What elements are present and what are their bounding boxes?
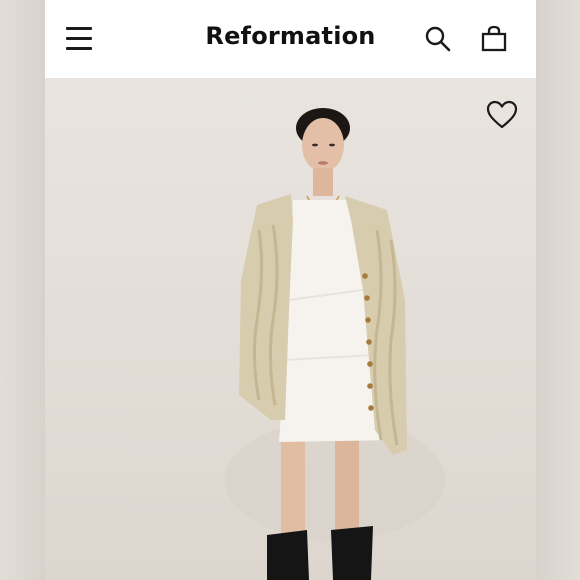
search-icon <box>425 26 451 52</box>
shopping-bag-icon <box>481 25 507 52</box>
search-button[interactable] <box>423 24 453 54</box>
heart-icon <box>486 100 518 129</box>
right-background <box>536 0 580 580</box>
shopping-bag-button[interactable] <box>479 24 509 54</box>
model-photo <box>225 108 445 580</box>
left-background <box>0 0 45 580</box>
app-header: Reformation <box>45 0 536 78</box>
phone-screen: Reformation <box>45 0 536 580</box>
brand-logo[interactable]: Reformation <box>45 22 536 50</box>
wishlist-button[interactable] <box>486 100 518 130</box>
